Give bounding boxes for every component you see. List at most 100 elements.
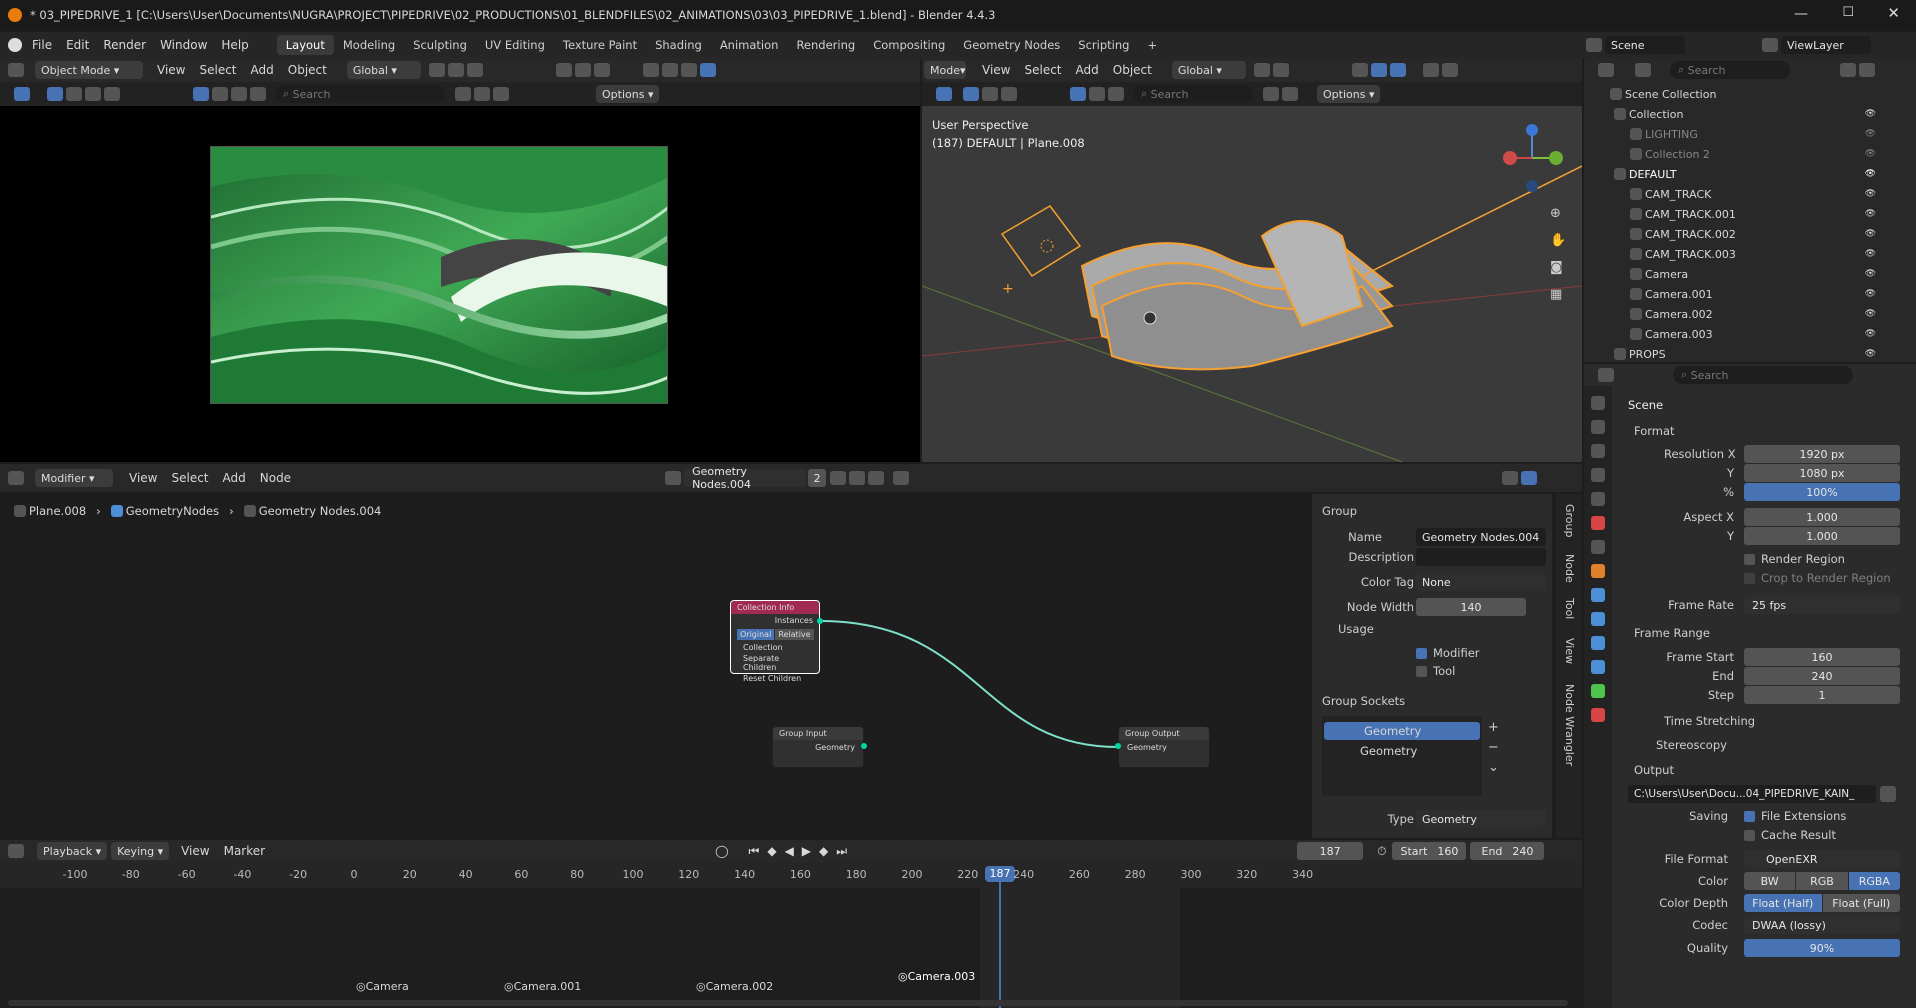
group-input-node[interactable]: Group Input Geometry — [772, 726, 867, 768]
original-option[interactable]: Original — [737, 629, 775, 640]
group-description-field[interactable] — [1416, 548, 1546, 566]
stereoscopy-header[interactable]: Stereoscopy — [1656, 738, 1727, 752]
socket-type-dropdown[interactable]: Geometry — [1416, 810, 1546, 828]
data-tab-icon[interactable] — [1591, 684, 1605, 698]
outliner-search-input[interactable]: ⌕ Search — [1670, 61, 1790, 79]
visibility-eye-icon[interactable]: 👁 — [1865, 249, 1876, 259]
right-curve-filter-icon[interactable] — [1108, 87, 1124, 101]
outliner-item[interactable]: CAM_TRACK 👁 — [1584, 184, 1916, 204]
right-search-input[interactable]: ⌕ Search — [1133, 85, 1253, 103]
3d-viewport[interactable]: Mode ▾ View Select Add Object Global ▾ ⌕ … — [922, 58, 1582, 462]
play-icon[interactable]: ▶ — [802, 844, 811, 858]
quality-field[interactable]: 90% — [1744, 939, 1900, 957]
playhead-line[interactable] — [999, 882, 1001, 1008]
outliner-item[interactable]: DEFAULT 👁 — [1584, 164, 1916, 184]
output-panel-header[interactable]: Output — [1634, 763, 1674, 777]
prev-keyframe-icon[interactable]: ◆ — [767, 844, 776, 858]
bookmark-icon[interactable] — [455, 87, 471, 101]
visibility-eye-icon[interactable]: 👁 — [1865, 109, 1876, 119]
color-rgb-option[interactable]: RGB — [1796, 872, 1848, 890]
codec-dropdown[interactable]: DWAA (lossy) — [1744, 916, 1900, 934]
tab-texture-paint[interactable]: Texture Paint — [554, 35, 646, 55]
socket-item-geometry-input[interactable]: Geometry — [1324, 742, 1480, 760]
playback-dropdown[interactable]: Playback ▾ — [37, 842, 108, 860]
tab-modeling[interactable]: Modeling — [334, 35, 404, 55]
visibility-eye-icon[interactable]: 👁 — [1865, 209, 1876, 219]
group-input-socket[interactable] — [861, 743, 867, 749]
menu-object[interactable]: Object — [288, 63, 327, 77]
timeline-menu-marker[interactable]: Marker — [224, 844, 265, 858]
filter-icon[interactable] — [474, 87, 490, 101]
node-overlay-icon[interactable] — [1502, 471, 1519, 485]
instances-socket[interactable] — [817, 618, 823, 624]
separate-children-label[interactable]: Separate Children — [731, 653, 819, 673]
menu-render[interactable]: Render — [103, 38, 146, 52]
select-subtract-icon[interactable] — [85, 87, 101, 101]
constraints-tab-icon[interactable] — [1591, 660, 1605, 674]
shading-wireframe-icon[interactable] — [642, 63, 659, 77]
frame-range-header[interactable]: Frame Range — [1634, 626, 1710, 640]
next-keyframe-icon[interactable]: ◆ — [819, 844, 828, 858]
tab-geometry-nodes[interactable]: Geometry Nodes — [954, 35, 1069, 55]
cache-result-checkbox[interactable]: Cache Result — [1744, 828, 1836, 842]
menu-edit[interactable]: Edit — [66, 38, 89, 52]
right-shading-wire-icon[interactable] — [1441, 63, 1458, 77]
select-box-icon[interactable] — [47, 87, 63, 101]
color-rgba-option[interactable]: RGBA — [1848, 872, 1900, 890]
scene-name-field[interactable]: Scene — [1605, 36, 1685, 54]
timeline-editor-icon[interactable] — [8, 844, 24, 858]
close-window-button[interactable]: ✕ — [1887, 4, 1900, 22]
visibility-eye-icon[interactable]: 👁 — [1865, 129, 1876, 139]
outliner-item[interactable]: Camera.001 👁 — [1584, 284, 1916, 304]
shield-icon[interactable] — [493, 87, 509, 101]
collection-info-node[interactable]: Collection Info Instances Original Relat… — [730, 600, 823, 683]
right-menu-add[interactable]: Add — [1076, 63, 1099, 77]
socket-menu-icon[interactable]: ⌄ — [1488, 758, 1499, 778]
sidebar-tab-group[interactable]: Group — [1563, 504, 1576, 538]
snap-icon[interactable] — [447, 63, 464, 77]
modifier-tab-icon[interactable] — [1591, 588, 1605, 602]
end-frame-field[interactable]: End 240 — [1470, 842, 1545, 860]
timeline[interactable]: Playback ▾ Keying ▾ View Marker ◯ ⏮ ◆ ◀ ▶ ◆ ⏭… — [0, 840, 1582, 1008]
visibility-eye-icon[interactable]: 👁 — [1865, 309, 1876, 319]
right-pivot-icon[interactable] — [1253, 63, 1270, 77]
select-tool-icon[interactable] — [14, 87, 30, 101]
output-tab-icon[interactable] — [1591, 444, 1605, 458]
outliner-editor-icon[interactable] — [1598, 63, 1614, 77]
tab-compositing[interactable]: Compositing — [864, 35, 954, 55]
view-layer-field[interactable]: ViewLayer — [1781, 36, 1871, 54]
frame-rate-dropdown[interactable]: 25 fps — [1744, 596, 1900, 614]
current-frame-field[interactable]: 187 — [1297, 842, 1364, 860]
left-search-input[interactable]: ⌕ Search — [275, 85, 445, 103]
right-mesh-filter-icon[interactable] — [1089, 87, 1105, 101]
light-filter-icon[interactable] — [250, 87, 266, 101]
usage-tool-checkbox[interactable]: Tool — [1416, 664, 1455, 678]
select-extend-icon[interactable] — [66, 87, 82, 101]
navigation-gizmo[interactable] — [1502, 118, 1582, 258]
outliner-item[interactable]: PROPS 👁 — [1584, 344, 1916, 364]
render-tab-icon[interactable] — [1591, 420, 1605, 434]
time-stretching-header[interactable]: Time Stretching — [1664, 714, 1755, 728]
group-output-socket[interactable] — [1115, 743, 1121, 749]
add-socket-icon[interactable]: + — [1488, 718, 1499, 738]
tool-tab-icon[interactable] — [1591, 396, 1605, 410]
right-select-subtract-icon[interactable] — [1001, 87, 1017, 101]
particles-tab-icon[interactable] — [1591, 612, 1605, 626]
file-extensions-checkbox[interactable]: File Extensions — [1744, 809, 1846, 823]
right-object-filter-icon[interactable] — [1070, 87, 1086, 101]
display-mode-icon[interactable] — [1635, 63, 1651, 77]
tab-scripting[interactable]: Scripting — [1069, 35, 1138, 55]
curve-filter-icon[interactable] — [231, 87, 247, 101]
resolution-x-field[interactable]: 1920 px — [1744, 445, 1900, 463]
jump-end-icon[interactable]: ⏭ — [836, 844, 847, 859]
right-filter-icon[interactable] — [1282, 87, 1298, 101]
shading-material-icon[interactable] — [680, 63, 697, 77]
right-overlay-icon[interactable] — [1389, 63, 1406, 77]
visibility-eye-icon[interactable]: 👁 — [1865, 349, 1876, 359]
overlay-icon[interactable] — [593, 63, 610, 77]
properties-editor-icon[interactable] — [1598, 368, 1614, 382]
timeline-scrollbar[interactable] — [8, 1000, 1568, 1006]
group-panel-header[interactable]: Group — [1322, 504, 1357, 518]
right-mode-dropdown[interactable]: Mode ▾ — [924, 61, 966, 79]
tab-layout[interactable]: Layout — [276, 35, 334, 55]
